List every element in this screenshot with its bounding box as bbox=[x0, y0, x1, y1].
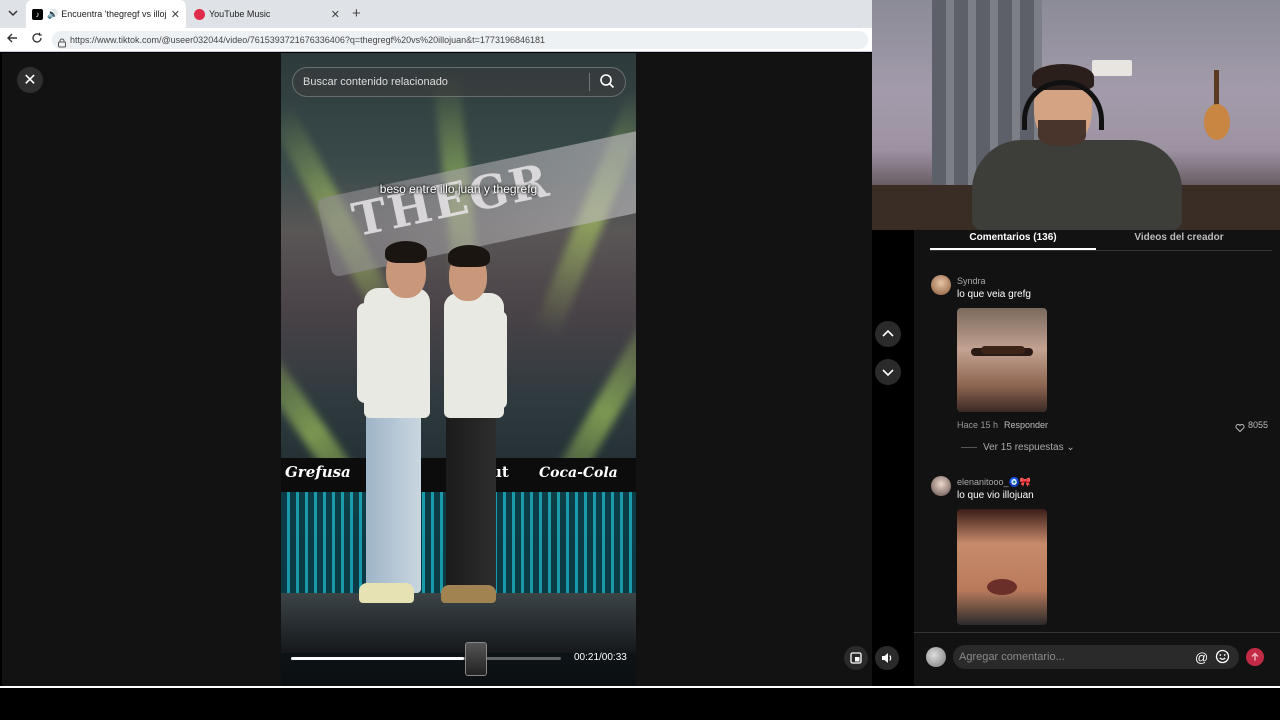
person-hair bbox=[448, 245, 490, 267]
air-conditioner bbox=[1092, 60, 1132, 76]
timecode: 00:21/00:33 bbox=[574, 652, 627, 663]
emoji-icon[interactable] bbox=[1215, 649, 1230, 669]
next-video-button[interactable] bbox=[875, 359, 901, 385]
picture-in-picture-button[interactable] bbox=[844, 646, 868, 670]
avatar[interactable] bbox=[931, 476, 951, 496]
tab-tiktok[interactable]: ♪ 🔊 Encuentra 'thegregf vs illojuan ✕ bbox=[26, 0, 186, 28]
tab-comments[interactable]: Comentarios (136) bbox=[930, 230, 1096, 250]
site-info-icon[interactable] bbox=[57, 35, 67, 53]
mention-icon[interactable]: @ bbox=[1195, 650, 1208, 665]
tab-divider bbox=[930, 250, 1272, 251]
youtube-music-icon bbox=[194, 8, 205, 20]
video-player[interactable]: THEGR Grefusa ut Coca-Cola bbox=[281, 53, 636, 687]
comment-image[interactable] bbox=[957, 308, 1047, 412]
tab-youtube-music[interactable]: YouTube Music ✕ bbox=[188, 0, 346, 28]
person-hair bbox=[385, 241, 427, 263]
progress-fill bbox=[291, 657, 464, 660]
comment-time: Hace 15 h bbox=[957, 420, 999, 430]
streamer-shirt bbox=[972, 140, 1182, 230]
url-text: https://www.tiktok.com/@useer032044/vide… bbox=[70, 35, 545, 45]
progress-preview-thumbnail[interactable] bbox=[465, 642, 487, 676]
url-field[interactable]: https://www.tiktok.com/@useer032044/vide… bbox=[52, 31, 868, 49]
like-count: 8055 bbox=[1248, 420, 1269, 430]
close-tab-icon[interactable]: ✕ bbox=[171, 8, 180, 21]
chevron-down-icon: ⌄ bbox=[1066, 442, 1075, 453]
related-search-field[interactable]: Buscar contenido relacionado bbox=[292, 67, 626, 97]
reload-icon[interactable] bbox=[31, 32, 43, 47]
search-placeholder: Buscar contenido relacionado bbox=[303, 76, 448, 88]
comment-username[interactable]: Syndra bbox=[957, 276, 986, 286]
comment-image[interactable] bbox=[957, 509, 1047, 625]
video-caption: beso entre illo juan y thegrefg bbox=[379, 182, 538, 196]
reply-button[interactable]: Responder bbox=[1004, 420, 1048, 430]
tab-title: Encuentra 'thegregf vs illojuan bbox=[61, 9, 167, 19]
speaker-icon bbox=[882, 653, 892, 663]
webcam-overlay bbox=[872, 0, 1280, 230]
tab-creator-videos[interactable]: Videos del creador bbox=[1096, 230, 1262, 250]
tiktok-icon: ♪ bbox=[32, 8, 43, 20]
chevron-down-icon bbox=[882, 369, 894, 377]
comment-text: lo que veia grefg bbox=[957, 289, 1031, 300]
replies-divider bbox=[961, 447, 977, 448]
person-shoe bbox=[359, 583, 414, 603]
volume-button[interactable] bbox=[875, 646, 899, 670]
person-legs bbox=[366, 408, 421, 593]
close-tab-icon[interactable]: ✕ bbox=[331, 8, 340, 21]
close-viewer-button[interactable]: ✕ bbox=[17, 67, 43, 93]
pip-icon bbox=[850, 652, 862, 664]
avatar bbox=[926, 647, 946, 667]
search-icon[interactable] bbox=[598, 72, 616, 90]
new-tab-button[interactable]: + bbox=[352, 5, 361, 22]
search-divider bbox=[589, 73, 590, 91]
person-arm bbox=[493, 311, 507, 409]
avatar[interactable] bbox=[931, 275, 951, 295]
arrow-up-icon bbox=[1251, 652, 1259, 661]
sponsor-logo: Grefusa bbox=[285, 463, 351, 481]
letterbox bbox=[0, 688, 1280, 720]
tab-title: YouTube Music bbox=[209, 9, 271, 19]
close-icon: ✕ bbox=[23, 72, 37, 89]
person-shoe bbox=[441, 585, 496, 603]
person-legs bbox=[446, 408, 496, 593]
back-icon[interactable] bbox=[7, 32, 19, 47]
previous-video-button[interactable] bbox=[875, 321, 901, 347]
comment-username[interactable]: elenanitooo_🧿🎀 bbox=[957, 477, 1031, 488]
person-arm bbox=[357, 303, 373, 403]
guitar bbox=[1202, 70, 1232, 140]
view-replies-label: Ver 15 respuestas bbox=[983, 442, 1064, 453]
view-replies-button[interactable]: Ver 15 respuestas ⌄ bbox=[983, 442, 1075, 453]
heart-icon[interactable] bbox=[1235, 420, 1245, 438]
comment-text: lo que vio illojuan bbox=[957, 490, 1034, 501]
person-shirt bbox=[364, 288, 430, 418]
sponsor-logo: Coca-Cola bbox=[539, 465, 618, 481]
tab-list-chevron-icon[interactable] bbox=[6, 6, 20, 23]
chevron-up-icon bbox=[882, 329, 894, 337]
speaker-icon[interactable]: 🔊 bbox=[47, 9, 58, 20]
send-button[interactable] bbox=[1246, 648, 1264, 666]
